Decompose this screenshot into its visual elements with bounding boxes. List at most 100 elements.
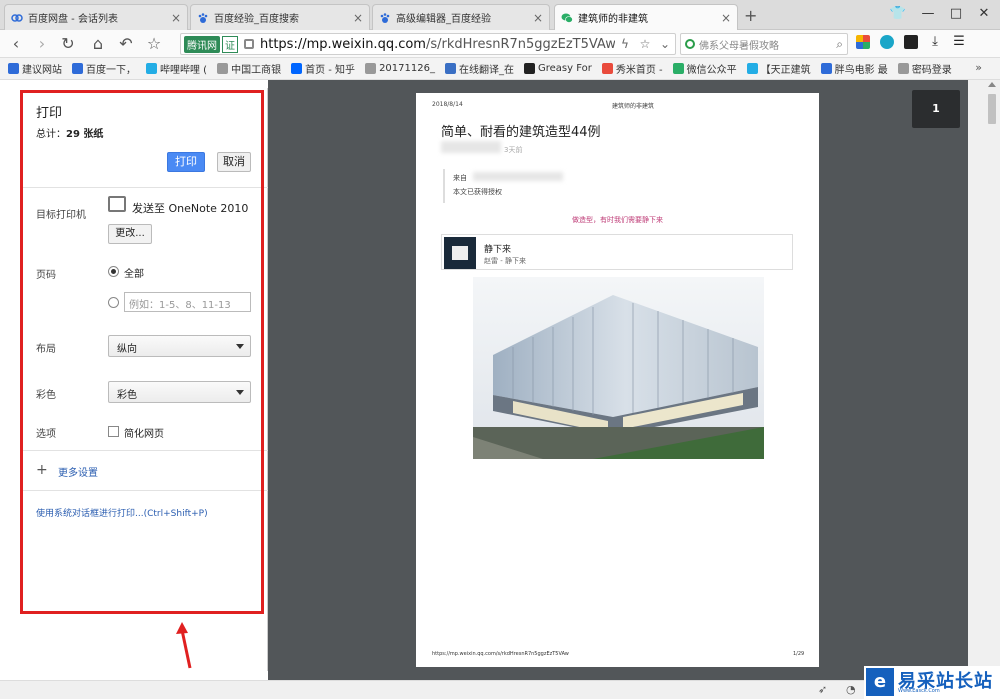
article-time: 3天前 xyxy=(504,146,523,154)
print-button[interactable]: 打印 xyxy=(167,152,205,172)
change-destination-button[interactable]: 更改... xyxy=(108,224,152,244)
close-icon[interactable]: × xyxy=(721,11,731,25)
speed-icon[interactable]: ◔ xyxy=(846,683,856,696)
forward-button[interactable]: › xyxy=(32,34,52,54)
close-icon[interactable]: × xyxy=(353,11,363,25)
bookmark-item[interactable]: 首页 - 知乎 xyxy=(291,61,355,76)
bookmark-item[interactable]: 百度一下， xyxy=(72,61,136,76)
bookmark-item[interactable]: 建议网站 xyxy=(8,61,62,76)
bookmark-item[interactable]: 20171126_ xyxy=(365,63,435,74)
page-icon xyxy=(897,63,909,74)
bookmark-label: 建议网站 xyxy=(22,65,62,76)
screenshot-icon[interactable] xyxy=(904,35,918,49)
apps-grid-icon[interactable] xyxy=(856,35,870,49)
cert-badge: 证 xyxy=(222,35,238,53)
bookmark-item[interactable]: 胖鸟电影 最 xyxy=(820,61,888,76)
blurred-source xyxy=(473,172,563,181)
lightning-icon[interactable]: ϟ xyxy=(615,37,635,51)
tab-baidu-pan[interactable]: 百度网盘 - 会话列表 × xyxy=(4,4,188,30)
close-window-button[interactable]: ✕ xyxy=(974,6,994,21)
tab-wechat-article[interactable]: 建筑师的非建筑 × xyxy=(554,4,738,30)
tab-baidu-search[interactable]: 百度经验_百度搜索 × xyxy=(190,4,370,30)
preview-scrollbar[interactable] xyxy=(968,80,1000,680)
search-input[interactable]: 佛系父母暑假攻略 ⌕ xyxy=(680,33,848,55)
back-button[interactable]: ‹ xyxy=(6,34,26,54)
bookmark-label: 【天正建筑 xyxy=(760,65,811,76)
chevron-down-icon[interactable]: ⌄ xyxy=(655,37,675,51)
simplify-page-checkbox[interactable] xyxy=(108,426,119,437)
system-dialog-link[interactable]: 使用系统对话框进行打印...(Ctrl+Shift+P) xyxy=(36,506,208,519)
watermark-subtext: Www.Easck.Com xyxy=(898,688,940,694)
tab-baidu-editor[interactable]: 高级编辑器_百度经验 × xyxy=(372,4,550,30)
url-bar[interactable]: 腾讯网 证 https://mp.weixin.qq.com/s/rkdHres… xyxy=(180,33,676,55)
home-icon[interactable]: ⌂ xyxy=(88,34,108,54)
menu-icon[interactable]: ☰ xyxy=(952,35,966,49)
bookmark-label: 百度一下， xyxy=(86,65,136,76)
minimize-button[interactable]: — xyxy=(918,6,938,21)
print-settings-panel: 打印 总计：29 张纸 打印 取消 目标打印机 发送至 OneNote 2010… xyxy=(20,88,268,671)
close-icon[interactable]: × xyxy=(533,11,543,25)
color-select[interactable]: 彩色 xyxy=(108,381,251,403)
tab-label: 高级编辑器_百度经验 xyxy=(396,14,491,25)
site-watermark: e 易采站长站 Www.Easck.Com xyxy=(864,666,1000,699)
bookmark-item[interactable]: Greasy For xyxy=(523,63,592,74)
page-footer-url: https://mp.weixin.qq.com/s/rkdHresnR7n5g… xyxy=(432,651,569,657)
baidu-paw-icon xyxy=(380,12,390,23)
annotation-arrow-icon xyxy=(176,622,192,669)
simplify-page-label: 简化网页 xyxy=(124,429,164,440)
url-domain: https://mp.weixin.qq.com xyxy=(260,36,426,52)
pages-all-radio[interactable] xyxy=(108,266,119,277)
album-cover xyxy=(444,237,476,269)
baidu-paw-icon xyxy=(72,63,83,74)
bookmarks-overflow-icon[interactable]: » xyxy=(975,61,982,74)
bookmark-label: Greasy For xyxy=(537,63,592,74)
bilibili-icon xyxy=(746,63,758,74)
page-number-badge: 1 xyxy=(912,90,960,128)
bookmark-item[interactable]: 在线翻译_在 xyxy=(444,61,514,76)
bookmark-item[interactable]: 哔哩哔哩 ( xyxy=(146,61,207,76)
wechat-icon xyxy=(672,63,684,74)
print-title: 打印 xyxy=(36,106,63,121)
reload-icon[interactable]: ↻ xyxy=(58,34,78,54)
more-settings-link[interactable]: 更多设置 xyxy=(58,464,98,479)
bookmark-item[interactable]: 秀米首页 - xyxy=(601,61,663,76)
undo-close-icon[interactable]: ↶ xyxy=(116,34,136,54)
bookmark-item[interactable]: 【天正建筑 xyxy=(746,61,811,76)
rocket-icon[interactable]: ➶ xyxy=(818,683,827,696)
pages-all-label: 全部 xyxy=(124,269,144,280)
building-photo xyxy=(473,277,764,459)
layout-label: 布局 xyxy=(36,344,56,355)
options-label: 选项 xyxy=(36,429,56,440)
quote-authorization: 本文已获得授权 xyxy=(453,188,502,196)
close-icon[interactable]: × xyxy=(171,11,181,25)
pages-range-input[interactable]: 例如：1-5、8、11-13 xyxy=(124,292,251,312)
skin-icon[interactable]: 👕 xyxy=(888,6,908,21)
favorite-star-icon[interactable]: ☆ xyxy=(144,34,164,54)
watermark-logo-icon: e xyxy=(866,668,894,696)
bookmark-star-icon[interactable]: ☆ xyxy=(635,37,655,51)
sheet-total-value: 29 张纸 xyxy=(66,129,104,140)
download-icon[interactable]: ⤓ xyxy=(928,35,942,49)
bilibili-icon xyxy=(146,63,157,74)
pages-range-radio[interactable] xyxy=(108,297,119,308)
destination-label: 目标打印机 xyxy=(36,210,86,221)
search-icon[interactable]: ⌕ xyxy=(836,37,843,52)
plus-icon[interactable]: + xyxy=(36,462,48,478)
layout-select[interactable]: 纵向 xyxy=(108,335,251,357)
divider xyxy=(20,450,268,451)
article-title: 简单、耐看的建筑造型44例 xyxy=(441,125,601,140)
extension-icon[interactable] xyxy=(880,35,894,49)
bookmark-item[interactable]: 微信公众平 xyxy=(672,61,737,76)
sheet-total-prefix: 总计： xyxy=(36,129,66,140)
bookmark-label: 在线翻译_在 xyxy=(458,65,514,76)
bookmark-item[interactable]: 密码登录 xyxy=(897,61,952,76)
scroll-thumb[interactable] xyxy=(988,94,996,124)
scroll-up-arrow[interactable] xyxy=(988,82,996,87)
cancel-button[interactable]: 取消 xyxy=(217,152,251,172)
bookmark-item[interactable]: 中国工商银 xyxy=(217,61,281,76)
new-tab-button[interactable]: + xyxy=(744,6,757,25)
url-text[interactable]: https://mp.weixin.qq.com/s/rkdHresnR7n5g… xyxy=(260,37,615,52)
page-icon xyxy=(365,63,377,74)
music-title: 静下来 xyxy=(484,245,512,255)
maximize-button[interactable]: □ xyxy=(946,6,966,21)
